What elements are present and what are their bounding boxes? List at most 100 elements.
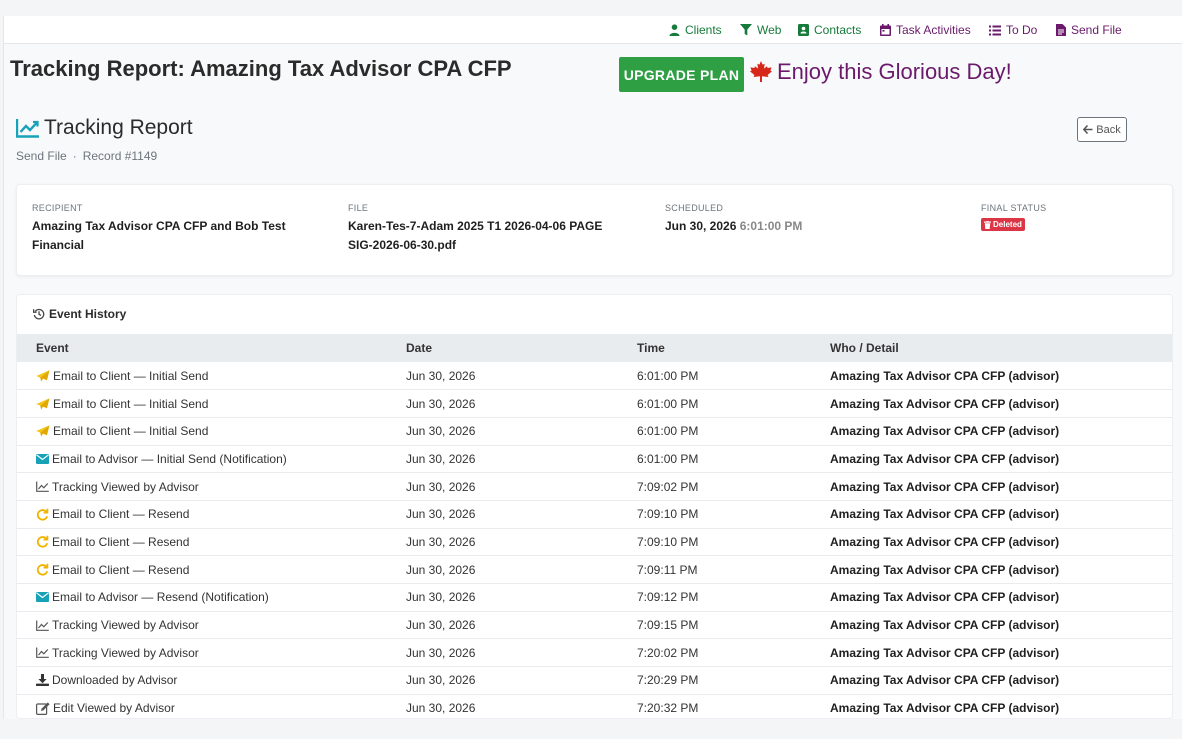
redo-icon xyxy=(36,536,49,548)
event-cell-content: Email to Client — Initial Send xyxy=(36,369,387,383)
nav-send-file-label: Send File xyxy=(1071,23,1122,37)
nav-task-activities[interactable]: Task Activities xyxy=(880,22,971,38)
recipient-line-2: Financial xyxy=(32,238,85,252)
event-label: Tracking Viewed by Advisor xyxy=(52,618,199,633)
cell-who-detail: Amazing Tax Advisor CPA CFP (advisor) xyxy=(811,611,1172,640)
nav-clients[interactable]: Clients xyxy=(669,22,722,38)
cell-time: 7:09:10 PM xyxy=(618,500,811,529)
nav-web[interactable]: Web xyxy=(740,22,781,38)
cell-event: Email to Advisor — Resend (Notification) xyxy=(17,583,387,612)
cell-date: Jun 30, 2026 xyxy=(387,555,618,584)
event-label: Email to Client — Resend xyxy=(52,507,190,522)
filter-icon xyxy=(740,24,752,36)
crumb-record: Record #1149 xyxy=(82,149,158,163)
cell-date: Jun 30, 2026 xyxy=(387,666,618,695)
col-who-detail: Who / Detail xyxy=(811,334,1172,362)
cell-event: Edit Viewed by Advisor xyxy=(17,694,387,718)
table-row: Email to Client — Resend Jun 30, 2026 7:09… xyxy=(17,555,1172,584)
file-label: File xyxy=(348,203,369,213)
chart-line-icon xyxy=(36,481,49,492)
summary-scheduled: Scheduled Jun 30, 2026 6:01:00 PM xyxy=(665,203,945,236)
cell-event: Email to Client — Initial Send xyxy=(17,417,387,446)
list-icon xyxy=(989,25,1001,35)
nav-send-file[interactable]: Send File xyxy=(1056,22,1122,38)
cell-date: Jun 30, 2026 xyxy=(387,583,618,612)
event-cell-content: Email to Client — Resend xyxy=(36,507,387,521)
cell-event: Email to Advisor — Initial Send (Notific… xyxy=(17,445,387,474)
cell-who-detail: Amazing Tax Advisor CPA CFP (advisor) xyxy=(811,445,1172,474)
cell-who-detail: Amazing Tax Advisor CPA CFP (advisor) xyxy=(811,583,1172,612)
top-nav: Clients Web Contacts Task Activities To … xyxy=(4,16,1182,44)
cell-time: 6:01:00 PM xyxy=(618,362,811,391)
cell-date: Jun 30, 2026 xyxy=(387,528,618,557)
nav-web-label: Web xyxy=(757,23,782,37)
table-header-row: Event Date Time Who / Detail xyxy=(17,334,1172,362)
cell-event: Email to Client — Resend xyxy=(17,528,387,557)
cell-time: 7:20:32 PM xyxy=(618,694,811,718)
nav-clients-label: Clients xyxy=(685,23,722,37)
envelope-icon xyxy=(36,592,49,603)
tagline: Enjoy this Glorious Day! xyxy=(777,59,1012,84)
file-line-1: Karen-Tes-7-Adam 2025 T1 2026-04-06 PAGE xyxy=(348,219,603,233)
redo-icon xyxy=(36,563,49,576)
cell-date: Jun 30, 2026 xyxy=(387,389,618,418)
user-icon xyxy=(669,24,680,36)
trash-icon xyxy=(984,220,991,229)
cell-who-detail: Amazing Tax Advisor CPA CFP (advisor) xyxy=(811,666,1172,695)
cell-date: Jun 30, 2026 xyxy=(387,417,618,446)
cell-date: Jun 30, 2026 xyxy=(387,472,618,501)
nav-contacts[interactable]: Contacts xyxy=(798,22,861,38)
chart-line-icon xyxy=(16,119,39,138)
back-button[interactable]: Back xyxy=(1077,117,1127,142)
status-badge-label: Deleted xyxy=(993,220,1022,229)
col-time: Time xyxy=(618,334,811,362)
nav-contacts-label: Contacts xyxy=(814,23,862,37)
event-label: Tracking Viewed by Advisor xyxy=(52,645,199,660)
event-label: Email to Client — Resend xyxy=(52,562,190,577)
final-status-label: Final Status xyxy=(981,203,1047,213)
chart-line-icon xyxy=(36,647,49,659)
cell-event: Tracking Viewed by Advisor xyxy=(17,472,387,501)
back-button-label: Back xyxy=(1096,123,1121,136)
page: Clients Web Contacts Task Activities To … xyxy=(3,16,1182,719)
paper-plane-icon xyxy=(36,397,50,410)
cell-time: 7:20:02 PM xyxy=(618,638,811,668)
col-event: Event xyxy=(17,334,387,362)
crumb-section: Send File xyxy=(16,149,67,163)
recipient-value: Amazing Tax Advisor CPA CFP and Bob Test… xyxy=(32,217,322,255)
nav-to-do[interactable]: To Do xyxy=(989,22,1037,38)
event-cell-content: Tracking Viewed by Advisor xyxy=(36,618,387,632)
redo-icon xyxy=(36,508,49,521)
cell-event: Email to Client — Initial Send xyxy=(17,362,387,391)
event-cell-content: Email to Advisor — Initial Send (Notific… xyxy=(36,452,387,466)
file-value: Karen-Tes-7-Adam 2025 T1 2026-04-06 PAGE… xyxy=(348,217,638,255)
edit-icon xyxy=(36,701,50,715)
event-label: Email to Advisor — Initial Send (Notific… xyxy=(52,451,287,466)
table-row: Email to Client — Resend Jun 30, 2026 7:09… xyxy=(17,500,1172,529)
report-title: Tracking Report xyxy=(44,116,193,139)
crumb-separator: · xyxy=(72,149,77,163)
cell-event: Email to Client — Resend xyxy=(17,555,387,584)
nav-to-do-label: To Do xyxy=(1006,23,1038,37)
event-cell-content: Email to Client — Initial Send xyxy=(36,424,387,438)
table-row: Email to Client — Initial Send Jun 30, 20… xyxy=(17,362,1172,391)
status-badge: Deleted xyxy=(981,218,1025,231)
cell-event: Email to Client — Resend xyxy=(17,500,387,529)
cell-date: Jun 30, 2026 xyxy=(387,611,618,640)
cell-who-detail: Amazing Tax Advisor CPA CFP (advisor) xyxy=(811,500,1172,529)
cell-time: 7:09:15 PM xyxy=(618,611,811,640)
col-date: Date xyxy=(387,334,618,362)
cell-who-detail: Amazing Tax Advisor CPA CFP (advisor) xyxy=(811,694,1172,718)
cell-who-detail: Amazing Tax Advisor CPA CFP (advisor) xyxy=(811,638,1172,668)
upgrade-plan-button[interactable]: UPGRADE PLAN xyxy=(619,57,744,92)
table-row: Email to Advisor — Initial Send (Notific… xyxy=(17,445,1172,474)
breadcrumb: Send File · Record #1149 xyxy=(16,149,157,163)
history-icon xyxy=(33,308,45,320)
cell-event: Downloaded by Advisor xyxy=(17,666,387,695)
table-row: Tracking Viewed by Advisor Jun 30, 2026 7:… xyxy=(17,638,1172,668)
scheduled-date: Jun 30, 2026 xyxy=(665,219,737,233)
event-cell-content: Edit Viewed by Advisor xyxy=(36,701,387,715)
event-history-heading: Event History xyxy=(33,307,126,321)
event-cell-content: Downloaded by Advisor xyxy=(36,673,387,687)
maple-leaf-icon xyxy=(750,61,772,82)
